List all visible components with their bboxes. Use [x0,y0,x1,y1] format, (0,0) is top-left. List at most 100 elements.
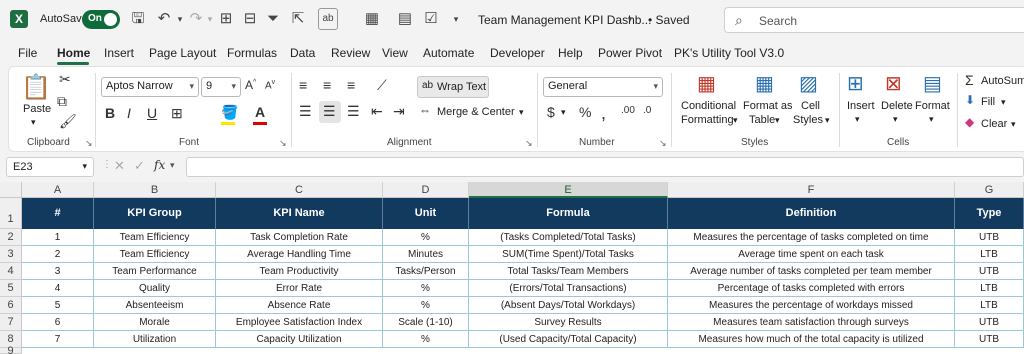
insert-cells-icon[interactable]: ⊞ [847,71,864,96]
table-cell[interactable]: UTB [955,229,1024,246]
column-header-f[interactable]: F [668,182,955,198]
table-label[interactable]: Table [749,114,775,126]
customize-qat-icon[interactable]: ▾ [446,9,466,29]
table-cell[interactable]: Measures the percentage of tasks complet… [668,229,955,246]
save-icon[interactable]: 🖫 [128,9,148,29]
row-header-6[interactable]: 6 [0,297,22,314]
tab-home[interactable]: Home [57,46,90,60]
name-box[interactable]: E23 ▾ [6,157,94,177]
tab-help[interactable]: Help [558,46,583,60]
select-all-corner[interactable] [0,182,22,198]
table-cell[interactable]: Absenteeism [94,297,216,314]
table-cell[interactable]: LTB [955,246,1024,263]
share-icon[interactable]: ⇱ [288,9,308,29]
header-cell[interactable]: KPI Name [216,198,383,229]
fx-dropdown-icon[interactable]: ▾ [170,160,175,171]
table-cell[interactable]: UTB [955,314,1024,331]
fill-icon[interactable]: ⬇ [965,93,975,107]
column-header-g[interactable]: G [955,182,1024,198]
title-dropdown-icon[interactable]: ▾ [620,9,640,29]
clipboard-launcher-icon[interactable]: ↘ [85,138,93,149]
table-cell[interactable]: Quality [94,280,216,297]
fill-dropdown-icon[interactable]: ▾ [1001,97,1006,108]
merge-icon[interactable]: ⇔ [419,103,431,117]
borders-icon[interactable]: ⊞ [171,105,183,122]
row-header-3[interactable]: 3 [0,246,22,263]
formatting-label[interactable]: Formatting [681,114,734,126]
number-format-select[interactable]: General ▾ [543,77,663,97]
table-cell[interactable]: Team Performance [94,263,216,280]
format-as-label[interactable]: Format as [743,100,793,112]
table-cell[interactable]: Task Completion Rate [216,229,383,246]
row-header-7[interactable]: 7 [0,314,22,331]
table-cell[interactable]: 2 [22,246,94,263]
row-header-4[interactable]: 4 [0,263,22,280]
table-cell[interactable]: Measures the percentage of workdays miss… [668,297,955,314]
enter-icon[interactable]: ✓ [134,158,145,174]
tab-view[interactable]: View [382,46,408,60]
autosum-icon[interactable]: Σ [965,72,974,88]
conditional-dropdown-icon[interactable]: ▾ [733,115,738,126]
decrease-font-icon[interactable]: Av [265,79,275,91]
underline-icon[interactable]: U [147,105,157,121]
column-header-d[interactable]: D [383,182,469,198]
merge-center-button[interactable]: Merge & Center [437,106,515,118]
format-cells-icon[interactable]: ▤ [923,71,942,96]
check-box-icon[interactable]: ☑ [421,9,441,29]
fill-color-icon[interactable]: 🪣 [221,104,238,121]
tab-data[interactable]: Data [290,46,315,60]
table-cell[interactable]: 4 [22,280,94,297]
percent-icon[interactable]: % [579,104,591,120]
insert-button[interactable]: Insert [847,100,875,112]
table-cell[interactable]: % [383,297,469,314]
table-cell[interactable]: LTB [955,297,1024,314]
table-cell[interactable]: UTB [955,331,1024,348]
currency-dropdown-icon[interactable]: ▾ [561,107,566,118]
borders-icon[interactable]: ⊞ [216,9,236,29]
table-cell[interactable]: Survey Results [469,314,668,331]
clear-button[interactable]: Clear [981,118,1007,130]
table-cell[interactable]: Team Efficiency [94,229,216,246]
calculator-icon[interactable]: ▦ [362,9,382,29]
header-cell[interactable]: Formula [469,198,668,229]
align-center-icon[interactable]: ☰ [323,103,336,120]
bold-icon[interactable]: B [105,105,115,121]
align-right-icon[interactable]: ☰ [347,103,360,120]
column-header-c[interactable]: C [216,182,383,198]
cell-label[interactable]: Cell [801,100,820,112]
table-cell[interactable]: Average time spent on each task [668,246,955,263]
table-cell[interactable]: SUM(Time Spent)/Total Tasks [469,246,668,263]
cell-styles-icon[interactable]: ▨ [799,71,818,96]
table-cell[interactable]: % [383,280,469,297]
conditional-formatting-icon[interactable]: ▦ [697,71,716,96]
filter-icon[interactable]: ⏷ [263,9,283,29]
table-cell[interactable]: LTB [955,280,1024,297]
tab-pk-utility-tool[interactable]: PK's Utility Tool V3.0 [674,46,784,60]
table-cell[interactable]: Absence Rate [216,297,383,314]
row-header-1[interactable]: 1 [0,198,22,229]
increase-font-icon[interactable]: A^ [245,78,256,92]
table-cell[interactable]: Error Rate [216,280,383,297]
delete-button[interactable]: Delete [881,100,913,112]
clear-icon[interactable]: ◆ [965,115,974,129]
table-cell[interactable]: Morale [94,314,216,331]
cut-icon[interactable]: ✂ [59,71,71,88]
autosum-button[interactable]: AutoSum [981,75,1024,87]
table-cell[interactable]: % [383,229,469,246]
align-middle-icon[interactable]: ≡ [323,77,331,93]
conditional-formatting-label[interactable]: Conditional [681,100,736,112]
autosave-toggle[interactable]: On [82,10,120,29]
column-header-b[interactable]: B [94,182,216,198]
currency-icon[interactable]: $ [547,104,555,120]
table-cell[interactable]: (Errors/Total Transactions) [469,280,668,297]
wrap-text-button[interactable]: ab Wrap Text [417,76,489,98]
insert-function-icon[interactable]: fx [154,158,165,172]
font-color-icon[interactable]: A [255,104,265,120]
cell-styles-label[interactable]: Styles [793,114,823,126]
tab-page-layout[interactable]: Page Layout [149,46,216,60]
table-cell[interactable]: (Absent Days/Total Workdays) [469,297,668,314]
tab-formulas[interactable]: Formulas [227,46,277,60]
column-header-a[interactable]: A [22,182,94,198]
row-header-5[interactable]: 5 [0,280,22,297]
table-cell[interactable]: (Tasks Completed/Total Tasks) [469,229,668,246]
